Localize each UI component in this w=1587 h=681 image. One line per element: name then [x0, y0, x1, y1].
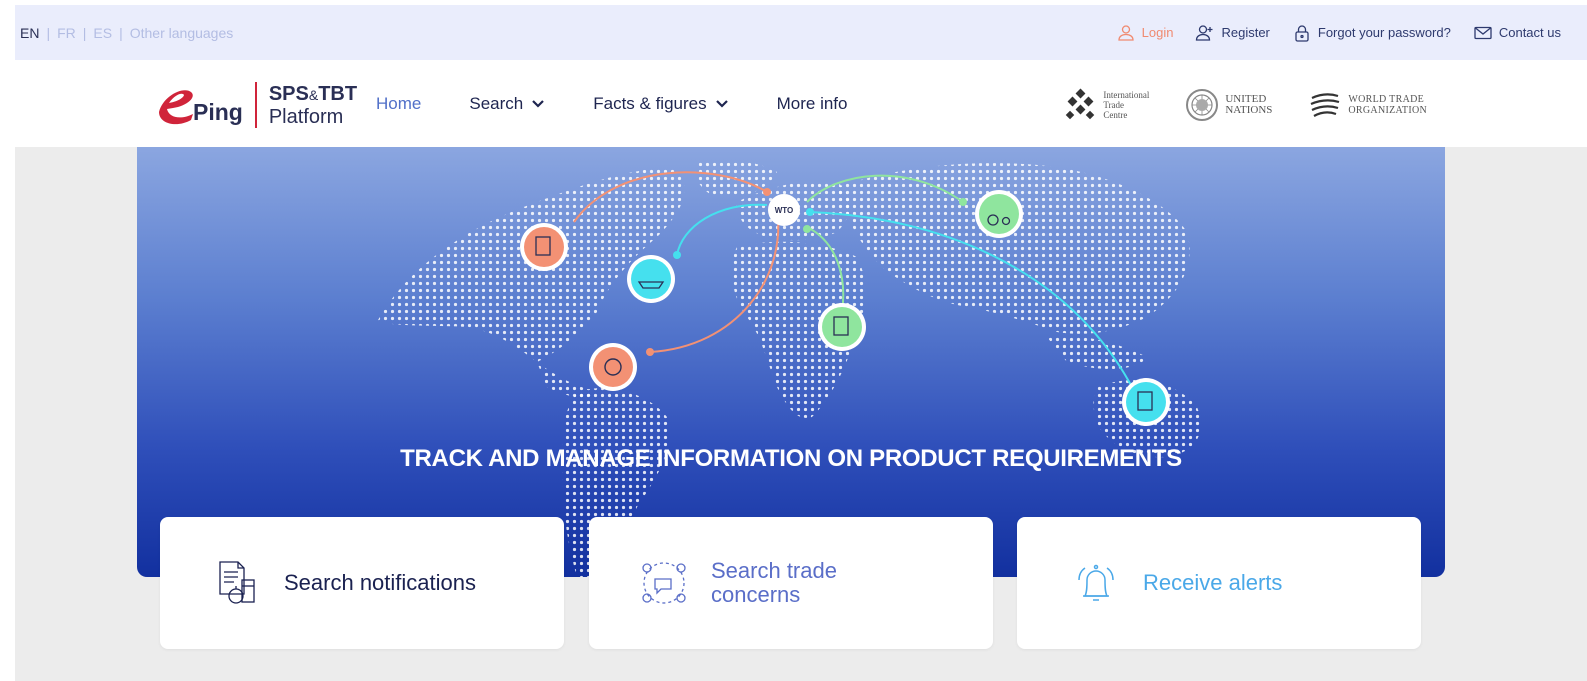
logo-sps: SPS: [268, 82, 309, 105]
hero-banner: WTO TRACK AND MANAGE INFORMATION ON PROD…: [137, 147, 1445, 577]
hero-title: TRACK AND MANAGE INFORMATION ON PRODUCT …: [400, 445, 1182, 472]
nav-home[interactable]: Home: [376, 94, 421, 114]
nav-facts-label: Facts & figures: [593, 93, 707, 113]
main-nav: Home Search Facts & figures More info: [376, 60, 847, 147]
forgot-password-link[interactable]: Forgot your password?: [1292, 23, 1451, 43]
concerns-line1: Search trade: [711, 558, 837, 583]
add-user-icon: [1196, 24, 1213, 41]
itc-emblem-icon: [1066, 88, 1095, 120]
chevron-down-icon: [715, 99, 728, 108]
itc-line1: International: [1103, 90, 1150, 100]
wto-line1: WORLD TRADE: [1348, 94, 1425, 105]
envelope-icon: [1474, 26, 1492, 39]
nav-facts[interactable]: Facts & figures: [593, 94, 728, 114]
wto-hub-label: WTO: [775, 206, 794, 215]
logo-platform: Platform: [268, 105, 344, 128]
register-label: Register: [1221, 25, 1270, 40]
lang-es[interactable]: ES: [86, 25, 119, 41]
search-trade-concerns-label: Search trade concerns: [711, 559, 837, 607]
logo-platform-text: SPS&TBT Platform: [269, 83, 357, 128]
wto-logo[interactable]: WORLD TRADE ORGANIZATION: [1308, 88, 1427, 122]
bell-icon: [1078, 564, 1114, 601]
concerns-line2: concerns: [711, 582, 801, 607]
receive-alerts-label: Receive alerts: [1143, 570, 1283, 595]
account-links: Login Register Forgot your password? Con…: [1116, 23, 1561, 43]
document-chart-node-icon: [818, 303, 866, 351]
un-logo[interactable]: UNITED NATIONS: [1185, 88, 1272, 122]
language-switcher: EN | FR | ES | Other languages: [20, 25, 240, 41]
nav-search-label: Search: [469, 93, 524, 113]
itc-line3: Centre: [1103, 110, 1128, 120]
register-link[interactable]: Register: [1195, 23, 1270, 43]
top-utility-bar: EN | FR | ES | Other languages Login Reg…: [15, 5, 1587, 60]
lang-other[interactable]: Other languages: [123, 25, 241, 41]
logo-amp: &: [308, 86, 319, 103]
contact-link[interactable]: Contact us: [1473, 23, 1561, 43]
forgot-password-label: Forgot your password?: [1317, 25, 1451, 40]
logo-tbt: TBT: [318, 82, 358, 105]
search-trade-concerns-card[interactable]: Search trade concerns: [589, 517, 993, 649]
user-icon: [1118, 24, 1134, 41]
contact-label: Contact us: [1498, 25, 1561, 40]
un-line2: NATIONS: [1225, 104, 1273, 116]
lock-icon: [1295, 24, 1309, 42]
wto-line2: ORGANIZATION: [1348, 105, 1427, 116]
lang-fr[interactable]: FR: [50, 25, 83, 41]
document-node-icon: [520, 223, 568, 271]
login-link[interactable]: Login: [1116, 23, 1174, 43]
main-header: Ping SPS&TBT Platform Home Search Facts …: [15, 60, 1587, 147]
receive-alerts-card[interactable]: Receive alerts: [1017, 517, 1421, 649]
nav-more-info[interactable]: More info: [777, 94, 848, 114]
itc-line2: Trade: [1103, 100, 1125, 110]
nav-home-label: Home: [376, 93, 422, 113]
ship-node-icon: [627, 255, 675, 303]
eping-logo[interactable]: Ping SPS&TBT Platform: [153, 82, 357, 128]
nav-search[interactable]: Search: [469, 94, 545, 114]
world-dot-map: WTO: [377, 159, 1201, 577]
nav-more-label: More info: [776, 93, 848, 113]
lang-en[interactable]: EN: [20, 25, 46, 41]
un-emblem-icon: [1186, 89, 1219, 121]
search-notifications-card[interactable]: Search notifications: [160, 517, 564, 649]
wto-emblem-icon: [1310, 93, 1340, 117]
tractor-node-icon: [975, 190, 1023, 238]
gear-node-icon: [589, 343, 637, 391]
itc-logo[interactable]: International Trade Centre: [1063, 88, 1149, 122]
partner-logos: International Trade Centre UNITED NATION…: [1063, 88, 1427, 122]
login-label: Login: [1141, 25, 1174, 40]
document-fish-node-icon: [1122, 378, 1170, 426]
logo-ping-text: Ping: [193, 98, 243, 125]
search-notifications-label: Search notifications: [284, 570, 476, 595]
chevron-down-icon: [532, 99, 545, 108]
discussion-group-icon: [642, 562, 686, 604]
logo-divider: [254, 82, 257, 128]
notification-document-icon: [219, 561, 255, 604]
